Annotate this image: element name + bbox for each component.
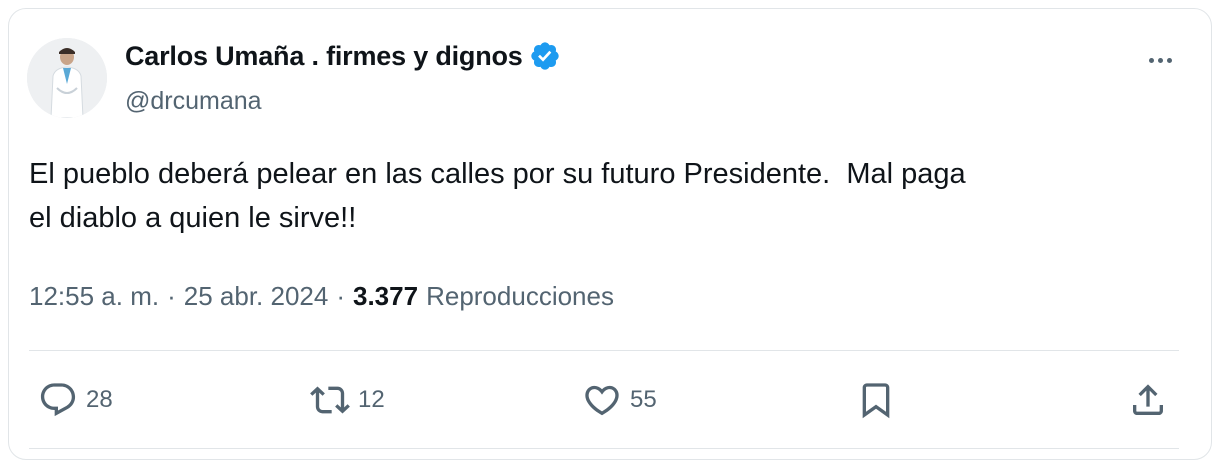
- avatar-image: [27, 38, 107, 118]
- bookmark-icon: [862, 383, 890, 419]
- tweet-meta: 12:55 a. m. · 25 abr. 2024 · 3.377 Repro…: [29, 281, 614, 312]
- share-icon: [1133, 384, 1163, 415]
- like-icon: [585, 385, 619, 416]
- verified-badge-icon: [529, 40, 561, 72]
- meta-separator: ·: [167, 281, 176, 311]
- tweet-text: El pueblo deberá pelear en las calles po…: [29, 158, 966, 234]
- views-label: Reproducciones: [426, 281, 614, 311]
- reply-icon: [40, 383, 76, 417]
- divider: [29, 448, 1179, 449]
- bookmark-button[interactable]: [856, 380, 896, 420]
- reply-button[interactable]: 28: [38, 380, 113, 420]
- avatar[interactable]: [27, 38, 107, 118]
- meta-separator: ·: [336, 281, 345, 311]
- author-name[interactable]: Carlos Umaña . firmes y dignos: [125, 41, 523, 72]
- retweet-icon: [310, 386, 350, 414]
- like-button[interactable]: 55: [582, 380, 657, 420]
- views-count: 3.377: [353, 281, 419, 311]
- share-button[interactable]: [1128, 380, 1168, 420]
- tweet-date[interactable]: 25 abr. 2024: [184, 281, 329, 312]
- retweet-button[interactable]: 12: [310, 380, 385, 420]
- reply-count: 28: [86, 386, 113, 413]
- more-options-icon[interactable]: [1140, 44, 1180, 76]
- like-count: 55: [630, 386, 657, 413]
- tweet-time[interactable]: 12:55 a. m.: [29, 281, 159, 312]
- author-handle[interactable]: @drcumana: [125, 87, 262, 116]
- divider: [29, 350, 1179, 351]
- retweet-count: 12: [358, 386, 385, 413]
- author-name-row[interactable]: Carlos Umaña . firmes y dignos: [125, 40, 561, 72]
